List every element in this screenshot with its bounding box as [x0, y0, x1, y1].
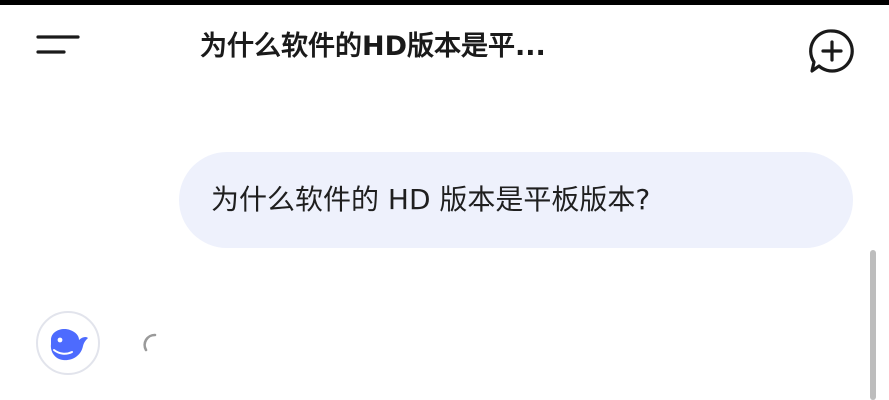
menu-button[interactable] — [26, 23, 86, 71]
user-message-bubble: 为什么软件的 HD 版本是平板版本? — [179, 152, 853, 248]
chat-header: 为什么软件的HD版本是平... — [0, 5, 889, 85]
assistant-avatar — [36, 311, 100, 375]
chat-title: 为什么软件的HD版本是平... — [200, 31, 546, 62]
loading-spinner-icon — [143, 333, 157, 352]
new-chat-button[interactable] — [806, 25, 858, 77]
user-message-text: 为什么软件的 HD 版本是平板版本? — [211, 183, 651, 216]
whale-logo-icon — [50, 329, 88, 361]
menu-icon — [36, 35, 80, 54]
new-chat-plus-icon — [809, 29, 854, 73]
scrollbar[interactable] — [870, 250, 876, 400]
